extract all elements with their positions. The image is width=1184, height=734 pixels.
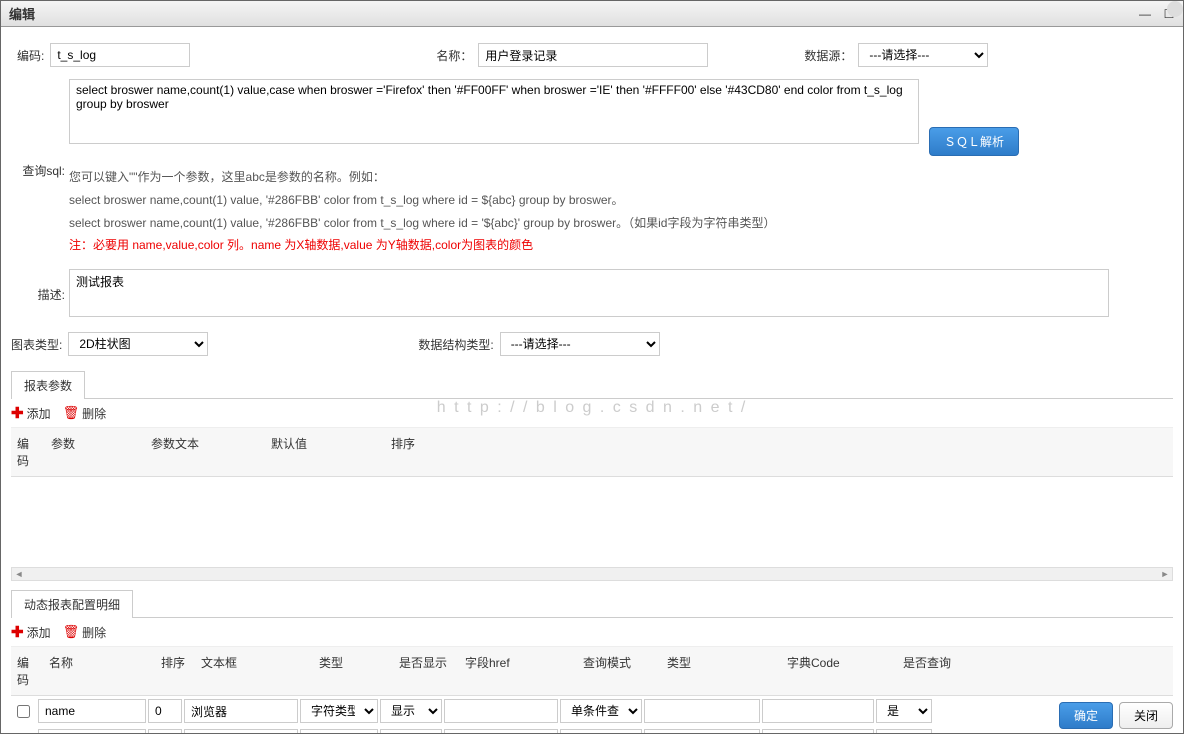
row-order-input[interactable] bbox=[148, 729, 182, 733]
row-isquery-select[interactable]: 是 bbox=[876, 729, 932, 733]
row-isquery-select[interactable]: 是 bbox=[876, 699, 932, 723]
row-text-input[interactable] bbox=[184, 699, 298, 723]
horizontal-scrollbar[interactable]: ◄► bbox=[11, 567, 1173, 581]
config-grid-header: 编码 名称 排序 文本框 类型 是否显示 字段href 查询模式 类型 字典Co… bbox=[11, 647, 1173, 696]
plus-icon: ✚ bbox=[11, 623, 24, 641]
params-delete-button[interactable]: 🗑 删除 bbox=[63, 405, 107, 422]
row-type2-input[interactable] bbox=[644, 699, 760, 723]
sql-parse-button[interactable]: ＳＱＬ解析 bbox=[929, 127, 1019, 156]
row-dict-input[interactable] bbox=[762, 729, 874, 733]
row-dict-input[interactable] bbox=[762, 699, 874, 723]
row-order-input[interactable] bbox=[148, 699, 182, 723]
params-add-button[interactable]: ✚ 添加 bbox=[11, 404, 51, 422]
ok-button[interactable]: 确定 bbox=[1059, 702, 1113, 729]
row-name-input[interactable] bbox=[38, 729, 146, 733]
row-href-input[interactable] bbox=[444, 699, 558, 723]
config-delete-button[interactable]: 🗑 删除 bbox=[63, 624, 107, 641]
table-row: 字符类型 显示 范围查询 是 bbox=[11, 726, 1173, 733]
minimize-button[interactable]: — bbox=[1139, 8, 1151, 20]
datasource-select[interactable]: ---请选择--- bbox=[858, 43, 988, 67]
trash-icon: 🗑 bbox=[63, 624, 80, 640]
row-querymode-select[interactable]: 单条件查询 bbox=[560, 699, 642, 723]
row-name-input[interactable] bbox=[38, 699, 146, 723]
sql-label: 查询sql: bbox=[11, 159, 69, 183]
tab-config-detail[interactable]: 动态报表配置明细 bbox=[11, 590, 133, 618]
chart-type-select[interactable]: 2D柱状图 bbox=[68, 332, 208, 356]
row-querymode-select[interactable]: 范围查询 bbox=[560, 729, 642, 733]
table-row: 字符类型 显示 单条件查询 是 bbox=[11, 696, 1173, 726]
row-checkbox[interactable] bbox=[17, 705, 30, 718]
row-type2-input[interactable] bbox=[644, 729, 760, 733]
desc-label: 描述: bbox=[11, 283, 69, 307]
config-add-button[interactable]: ✚ 添加 bbox=[11, 623, 51, 641]
plus-icon: ✚ bbox=[11, 404, 24, 422]
tab-report-params[interactable]: 报表参数 bbox=[11, 371, 85, 399]
desc-textarea[interactable]: 测试报表 bbox=[69, 269, 1109, 317]
data-struct-label: 数据结构类型: bbox=[418, 336, 499, 353]
sql-textarea[interactable]: select broswer name,count(1) value,case … bbox=[69, 79, 919, 144]
row-type-select[interactable]: 字符类型 bbox=[300, 729, 378, 733]
chart-type-label: 图表类型: bbox=[11, 336, 68, 353]
data-struct-select[interactable]: ---请选择--- bbox=[500, 332, 660, 356]
row-show-select[interactable]: 显示 bbox=[380, 699, 442, 723]
sql-hints: 您可以键入""作为一个参数，这里abc是参数的名称。例如： select bro… bbox=[69, 166, 1173, 257]
row-show-select[interactable]: 显示 bbox=[380, 729, 442, 733]
window-title: 编辑 bbox=[9, 4, 1139, 23]
close-button[interactable]: 关闭 bbox=[1119, 702, 1173, 729]
titlebar: 编辑 — ☐ bbox=[1, 1, 1183, 27]
row-type-select[interactable]: 字符类型 bbox=[300, 699, 378, 723]
datasource-label: 数据源： bbox=[798, 47, 858, 64]
name-label: 名称： bbox=[430, 47, 478, 64]
params-grid-header: 编码 参数 参数文本 默认值 排序 bbox=[11, 428, 1173, 477]
code-label: 编码: bbox=[11, 47, 50, 64]
row-text-input[interactable] bbox=[184, 729, 298, 733]
name-input[interactable] bbox=[478, 43, 708, 67]
trash-icon: 🗑 bbox=[63, 405, 80, 421]
row-href-input[interactable] bbox=[444, 729, 558, 733]
code-input[interactable] bbox=[50, 43, 190, 67]
